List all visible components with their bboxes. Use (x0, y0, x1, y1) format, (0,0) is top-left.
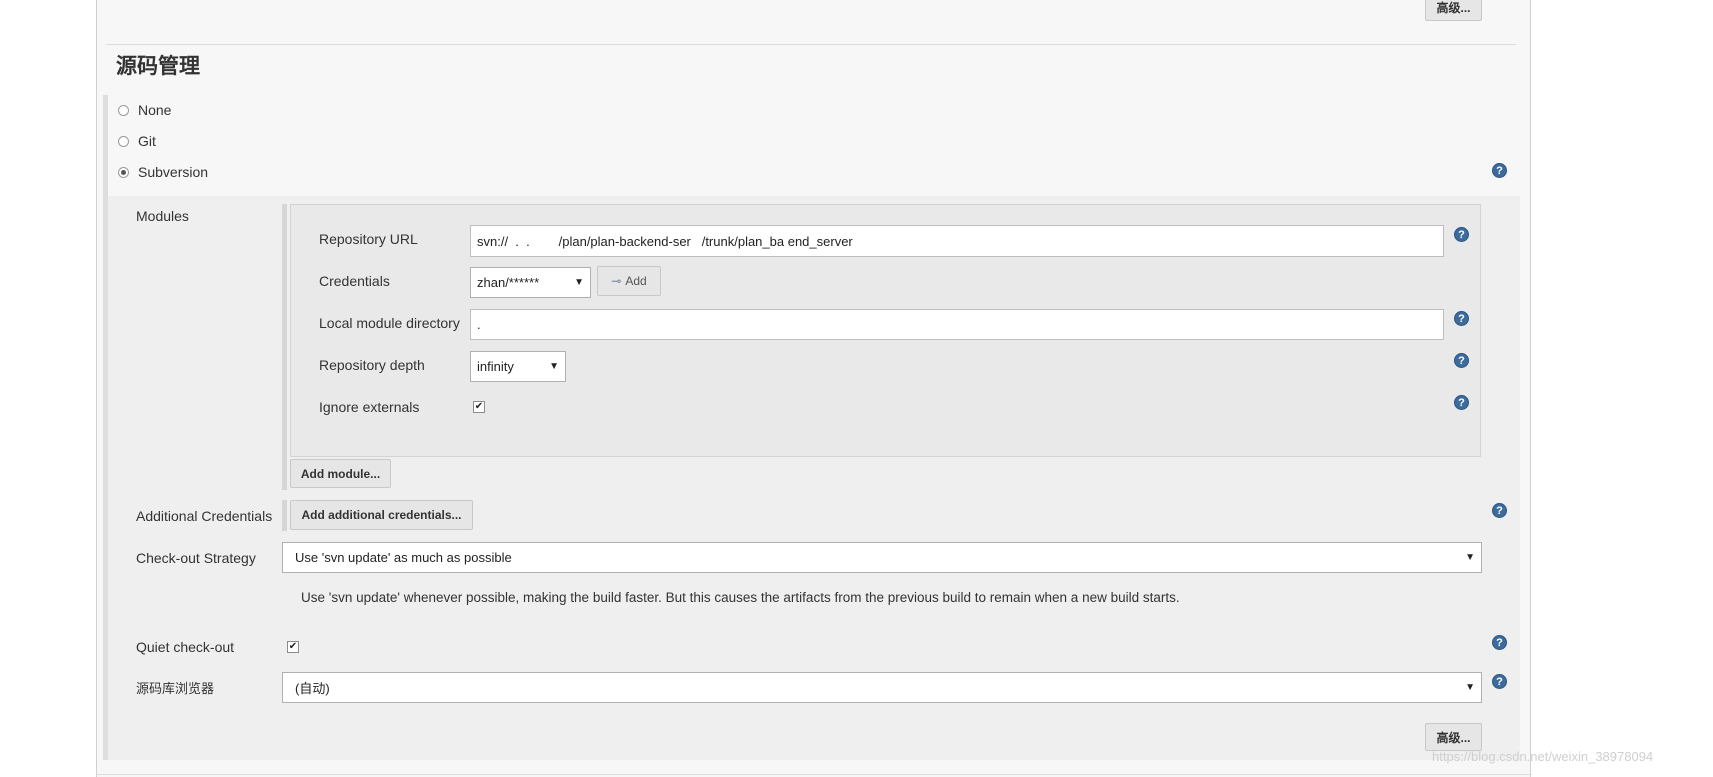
panel-right-border (1530, 0, 1531, 777)
section-divider (106, 44, 1516, 45)
advanced-button-bottom[interactable]: 高级... (1425, 723, 1482, 751)
panel-left-border (96, 0, 97, 777)
section-title: 源码管理 (116, 54, 200, 78)
section-bottom-divider (96, 774, 1530, 775)
scm-option-none[interactable]: None (118, 102, 171, 118)
checkout-strategy-value: Use 'svn update' as much as possible (295, 550, 512, 565)
credentials-label: Credentials (319, 273, 390, 289)
repository-depth-value: infinity (477, 359, 514, 374)
add-additional-credentials-button[interactable]: Add additional credentials... (290, 500, 473, 530)
help-icon-local-directory[interactable]: ? (1454, 311, 1469, 326)
ignore-externals-label: Ignore externals (319, 399, 420, 415)
dropdown-arrow-icon: ▼ (574, 277, 584, 288)
modules-label: Modules (136, 208, 189, 224)
add-module-button[interactable]: Add module... (290, 459, 391, 488)
repository-url-label: Repository URL (319, 231, 418, 247)
local-module-directory-input[interactable]: . (470, 309, 1444, 340)
repository-depth-select[interactable]: infinity ▼ (470, 351, 566, 382)
watermark-text: https://blog.csdn.net/weixin_38978094 (1432, 749, 1654, 764)
repository-browser-value: (自动) (295, 681, 330, 696)
ignore-externals-checkbox[interactable]: ✔ (473, 401, 485, 413)
advanced-button-top[interactable]: 高级... (1425, 0, 1482, 21)
add-credentials-label: Add (625, 274, 647, 288)
repository-depth-label: Repository depth (319, 357, 425, 373)
additional-credentials-bar (282, 500, 287, 531)
radio-git[interactable] (118, 135, 129, 147)
additional-credentials-label: Additional Credentials (136, 508, 273, 524)
local-module-directory-label: Local module directory (319, 315, 460, 331)
credentials-select[interactable]: zhan/****** ▼ (470, 267, 591, 298)
help-icon-quiet-checkout[interactable]: ? (1492, 635, 1507, 650)
radio-none[interactable] (118, 104, 129, 116)
help-icon-additional-credentials[interactable]: ? (1492, 503, 1507, 518)
dropdown-arrow-icon: ▼ (1465, 682, 1475, 693)
repository-url-input[interactable]: svn:// . . /plan/plan-backend-ser /trunk… (470, 225, 1444, 257)
repository-browser-select[interactable]: (自动) ▼ (282, 672, 1482, 703)
quiet-checkout-checkbox[interactable]: ✔ (287, 641, 299, 653)
scm-option-subversion[interactable]: Subversion (118, 164, 208, 180)
help-icon-ignore-externals[interactable]: ? (1454, 395, 1469, 410)
dropdown-arrow-icon: ▼ (1465, 552, 1475, 563)
key-icon: ⊸ (611, 274, 622, 288)
modules-indent-bar (282, 204, 287, 490)
scm-option-git[interactable]: Git (118, 133, 156, 149)
help-icon-subversion[interactable]: ? (1492, 163, 1507, 178)
scm-option-label: None (138, 102, 172, 118)
help-icon-repository-browser[interactable]: ? (1492, 674, 1507, 689)
quiet-checkout-label: Quiet check-out (136, 639, 235, 655)
checkout-strategy-select[interactable]: Use 'svn update' as much as possible ▼ (282, 542, 1482, 573)
dropdown-arrow-icon: ▼ (549, 361, 559, 372)
scm-option-label: Subversion (138, 164, 209, 180)
help-icon-repository-url[interactable]: ? (1454, 227, 1469, 242)
scm-option-label: Git (138, 133, 156, 149)
add-credentials-button[interactable]: ⊸ Add (597, 266, 661, 296)
checkout-strategy-description: Use 'svn update' whenever possible, maki… (301, 590, 1180, 605)
repository-browser-label: 源码库浏览器 (136, 682, 215, 697)
radio-subversion[interactable] (118, 166, 129, 178)
checkout-strategy-label: Check-out Strategy (136, 550, 256, 566)
credentials-value: zhan/****** (477, 275, 540, 290)
help-icon-repository-depth[interactable]: ? (1454, 353, 1469, 368)
